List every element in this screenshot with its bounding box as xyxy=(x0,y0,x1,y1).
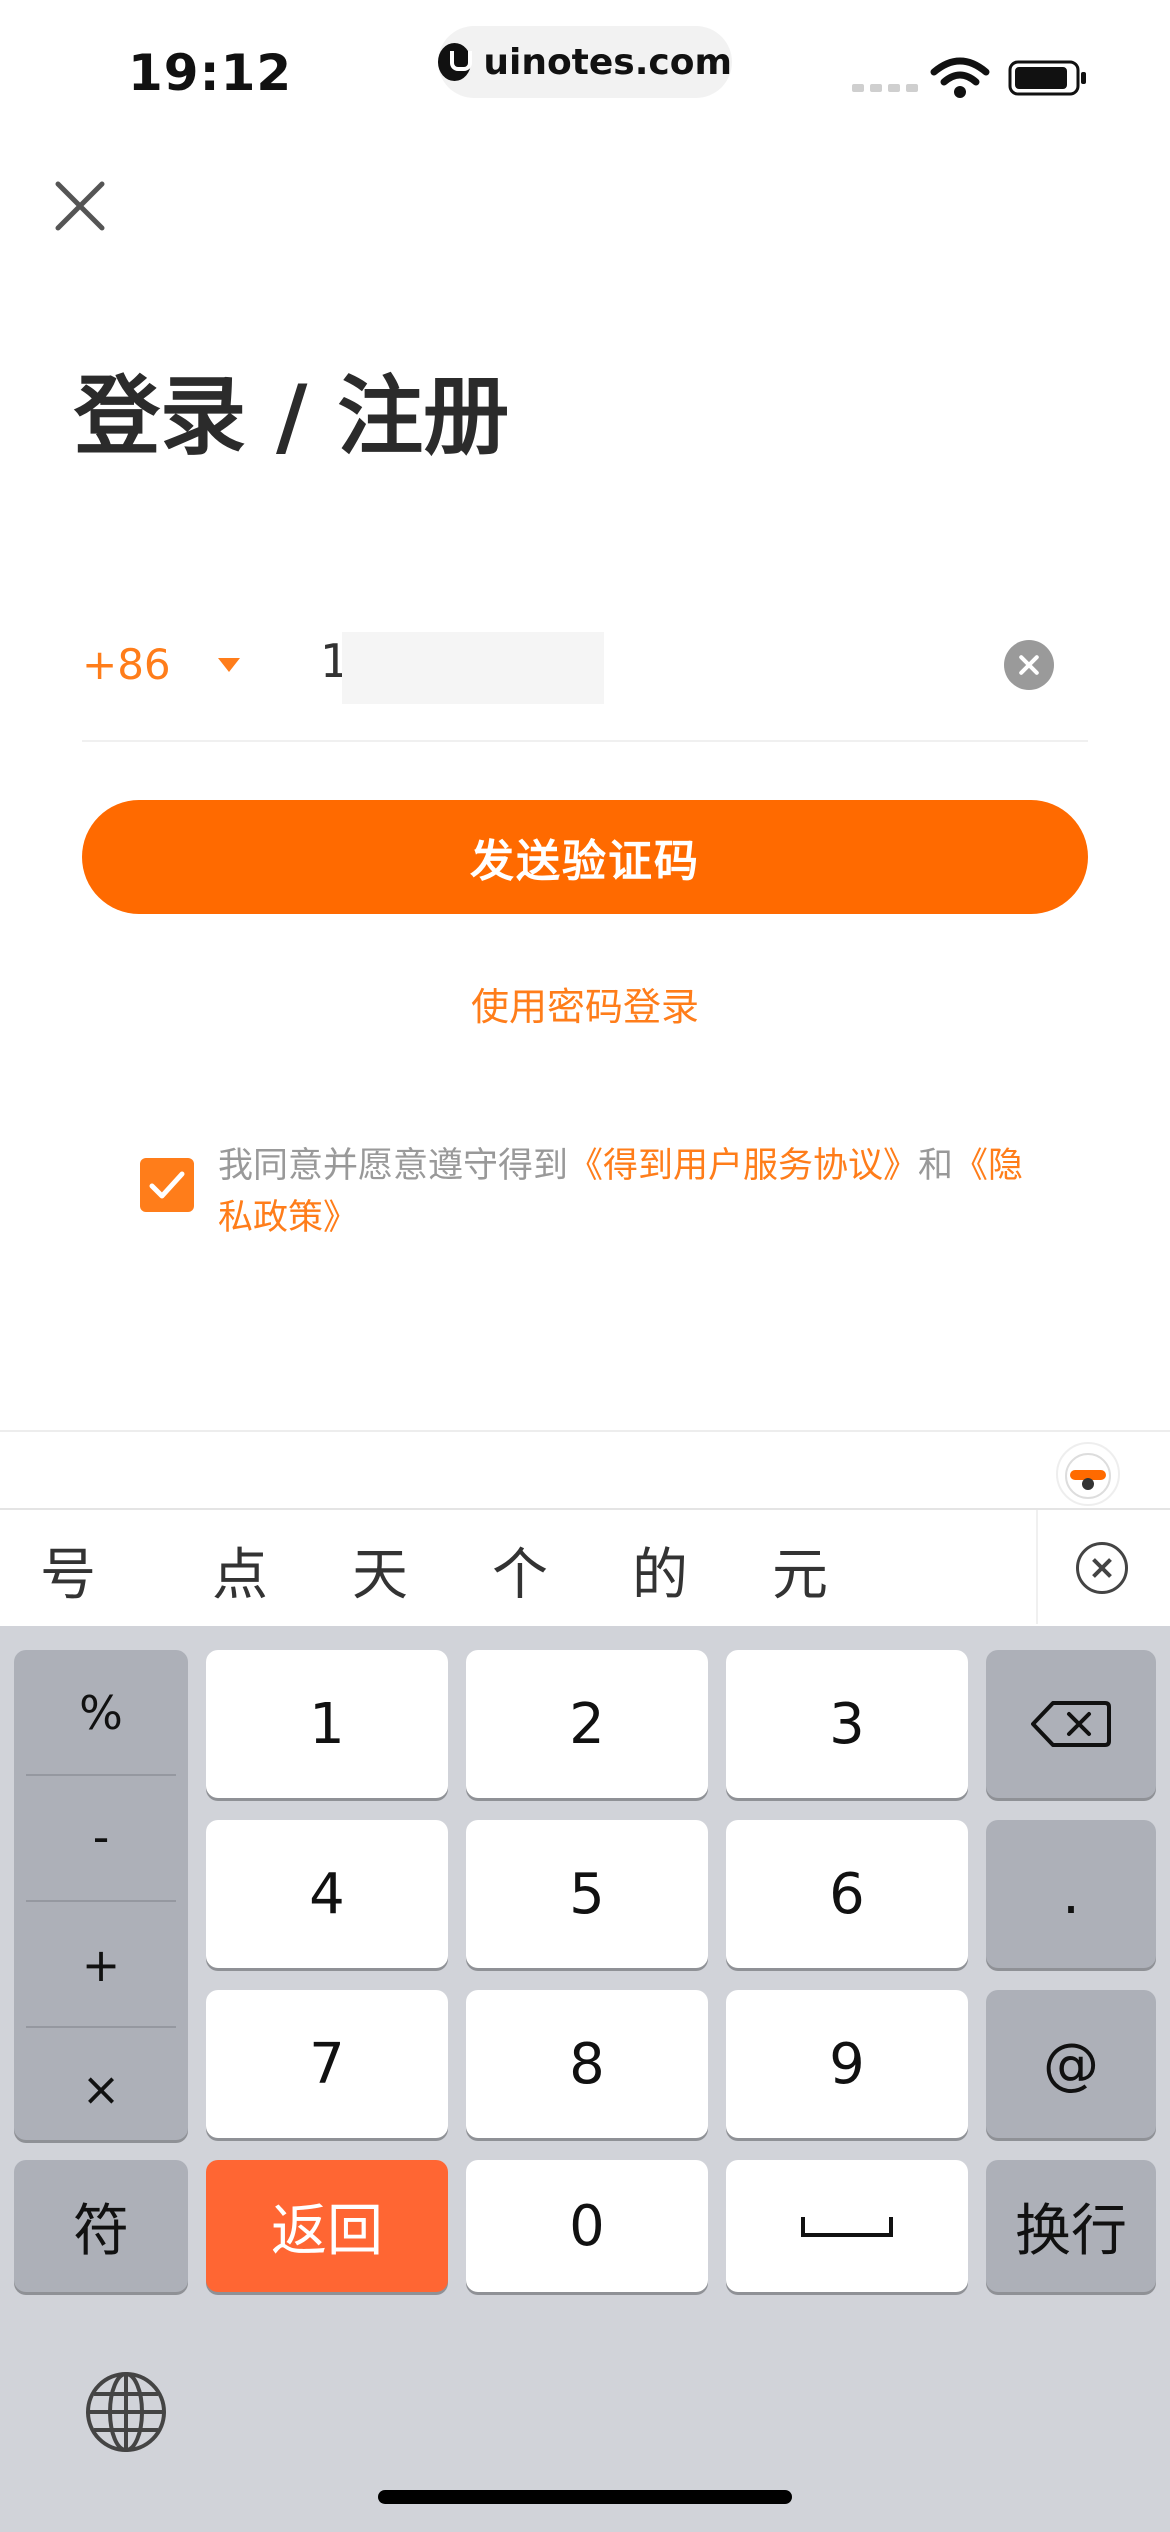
key-symbols[interactable]: 符 xyxy=(14,2160,188,2292)
caret-down-icon[interactable] xyxy=(218,658,240,672)
phone-mask-overlay xyxy=(342,632,604,704)
page-title: 登录 / 注册 xyxy=(74,367,510,467)
keyboard-mascot-icon[interactable] xyxy=(1056,1442,1120,1506)
key-backspace[interactable] xyxy=(986,1650,1156,1798)
agreement-and: 和 xyxy=(918,1146,954,1186)
symbol-column[interactable]: % - + × xyxy=(14,1650,188,2140)
agreement-text: 我同意并愿意遵守得到《得到用户服务协议》和《隐私政策》 xyxy=(218,1140,1058,1244)
key-6[interactable]: 6 xyxy=(726,1820,968,1968)
key-5[interactable]: 5 xyxy=(466,1820,708,1968)
backspace-icon xyxy=(1031,1701,1111,1747)
status-time: 19:12 xyxy=(128,44,293,102)
country-code-selector[interactable]: +86 xyxy=(82,640,171,689)
globe-icon[interactable] xyxy=(84,2370,168,2454)
candidate-item[interactable]: 点 xyxy=(212,1530,268,1611)
clear-input-icon[interactable] xyxy=(1004,640,1054,690)
key-9[interactable]: 9 xyxy=(726,1990,968,2138)
divider xyxy=(26,2026,176,2028)
checkmark-icon xyxy=(149,1171,185,1199)
key-plus[interactable]: + xyxy=(14,1938,188,1992)
key-0[interactable]: 0 xyxy=(466,2160,708,2292)
user-agreement-link[interactable]: 《得到用户服务协议》 xyxy=(568,1146,918,1186)
candidate-item[interactable]: 元 xyxy=(772,1530,828,1611)
key-3[interactable]: 3 xyxy=(726,1650,968,1798)
space-icon xyxy=(801,2217,893,2237)
divider xyxy=(26,1900,176,1902)
cellular-signal-icon xyxy=(852,84,918,92)
agreement-checkbox[interactable] xyxy=(140,1158,194,1212)
agreement-prefix: 我同意并愿意遵守得到 xyxy=(218,1146,569,1186)
key-4[interactable]: 4 xyxy=(206,1820,448,1968)
key-2[interactable]: 2 xyxy=(466,1650,708,1798)
key-minus[interactable]: - xyxy=(14,1810,188,1864)
candidate-item[interactable]: 个 xyxy=(492,1530,548,1611)
key-8[interactable]: 8 xyxy=(466,1990,708,2138)
keyboard-toolbar xyxy=(0,1430,1170,1510)
key-multiply[interactable]: × xyxy=(14,2062,188,2116)
password-login-link[interactable]: 使用密码登录 xyxy=(0,976,1170,1031)
key-space[interactable] xyxy=(726,2160,968,2292)
key-back[interactable]: 返回 xyxy=(206,2160,448,2292)
divider xyxy=(26,1774,176,1776)
key-7[interactable]: 7 xyxy=(206,1990,448,2138)
url-pill[interactable]: uinotes.com xyxy=(438,26,732,98)
home-indicator xyxy=(378,2490,792,2504)
candidate-item[interactable]: 号 xyxy=(40,1530,96,1611)
divider xyxy=(82,740,1088,742)
candidate-item[interactable]: 的 xyxy=(632,1530,688,1611)
url-text: uinotes.com xyxy=(483,41,732,83)
candidate-separator xyxy=(1036,1510,1038,1624)
key-dot[interactable]: . xyxy=(986,1820,1156,1968)
send-code-button[interactable]: 发送验证码 xyxy=(82,800,1088,914)
close-candidates-icon[interactable] xyxy=(1076,1542,1128,1594)
key-enter[interactable]: 换行 xyxy=(986,2160,1156,2292)
key-at[interactable]: @ xyxy=(986,1990,1156,2138)
key-1[interactable]: 1 xyxy=(206,1650,448,1798)
key-percent[interactable]: % xyxy=(14,1686,188,1740)
wifi-icon xyxy=(930,57,990,98)
candidate-item[interactable]: 天 xyxy=(352,1530,408,1611)
battery-icon xyxy=(1008,60,1086,96)
close-icon[interactable] xyxy=(52,178,108,234)
candidate-bar xyxy=(0,1508,1170,1628)
site-logo-icon xyxy=(438,43,473,81)
